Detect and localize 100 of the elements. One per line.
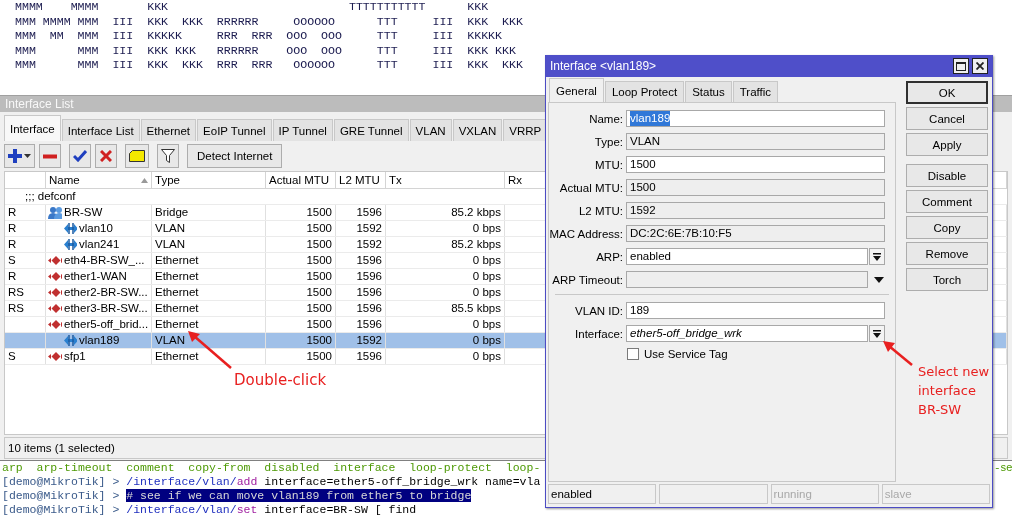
table-cell: sfp1	[64, 349, 86, 364]
tab[interactable]: Status	[685, 81, 732, 102]
dialog-button[interactable]: Torch	[906, 268, 988, 291]
table-cell: 1500	[306, 237, 332, 252]
annotation-text: Select new interface BR-SW	[918, 363, 991, 419]
table-cell: 1500	[306, 301, 332, 316]
tab[interactable]: VXLAN	[452, 119, 503, 141]
diamond-arrows-icon	[48, 286, 62, 299]
select-field[interactable]: ether5-off_bridge_wrk	[626, 325, 868, 342]
table-cell: 1500	[306, 285, 332, 300]
flag-text: RS	[8, 301, 24, 316]
plus-icon	[8, 149, 22, 163]
caret-icon	[24, 154, 31, 158]
ascii-art-line: MMMM MMMM KKK TTTTTTTTTTT KKK	[15, 0, 489, 15]
comment-button[interactable]	[125, 144, 149, 168]
arrows-icon	[63, 334, 77, 347]
tab[interactable]: Traffic	[732, 81, 779, 102]
table-cell: 1500	[306, 333, 332, 348]
field-label: MAC Address:	[549, 227, 624, 240]
table-cell: 1596	[356, 253, 382, 268]
table-cell: 85.2 kbps	[451, 205, 501, 220]
tab[interactable]: Interface	[4, 115, 61, 141]
tab[interactable]: Loop Protect	[604, 81, 685, 102]
table-cell: Ethernet	[155, 253, 199, 268]
table-cell: 1592	[356, 333, 382, 348]
command-line: [demo@MikroTik] > /interface/vlan/add interface=ether5-off_bridge_wrk name=vla	[2, 475, 541, 489]
table-cell: Ethernet	[155, 285, 199, 300]
tab[interactable]: General	[549, 78, 604, 102]
remove-button[interactable]	[39, 144, 61, 168]
terminal-text: -se	[994, 461, 1012, 475]
table-cell: Ethernet	[155, 349, 199, 364]
status-text: 10 items (1 selected)	[7, 442, 115, 454]
tab[interactable]: EoIP Tunnel	[197, 119, 272, 141]
tab[interactable]: IP Tunnel	[272, 119, 333, 141]
status-cell: slave	[881, 484, 990, 504]
status-cell: running	[770, 484, 879, 504]
table-cell: 0 bps	[472, 221, 501, 236]
dialog-button[interactable]: Copy	[906, 216, 988, 239]
field-label: ARP:	[595, 250, 624, 263]
table-cell: ether2-BR-SW...	[64, 285, 148, 300]
enable-button[interactable]	[69, 144, 91, 168]
add-button[interactable]	[4, 144, 35, 168]
dialog-button[interactable]: Comment	[906, 190, 988, 213]
table-cell: eth4-BR-SW_...	[64, 253, 145, 268]
table-cell: Ethernet	[155, 317, 199, 332]
flag-text: R	[8, 237, 17, 252]
detect-internet-button[interactable]: Detect Internet	[187, 144, 283, 168]
table-cell: vlan241	[79, 237, 120, 252]
tab[interactable]: VLAN	[409, 119, 452, 141]
table-cell: BR-SW	[64, 205, 103, 220]
flag-text: R	[8, 221, 17, 236]
dialog-button[interactable]: Cancel	[906, 107, 988, 130]
table-cell: 1596	[356, 205, 382, 220]
table-cell: ether1-WAN	[64, 269, 127, 284]
down-arrow-icon	[873, 329, 881, 338]
table-cell: 0 bps	[472, 285, 501, 300]
checkbox[interactable]	[627, 348, 639, 360]
readonly-field: 1592	[626, 202, 885, 219]
dialog-button[interactable]: Remove	[906, 242, 988, 265]
filter-button[interactable]	[157, 144, 179, 168]
diamond-arrows-icon	[48, 302, 62, 315]
sort-arrow-icon[interactable]	[141, 177, 148, 183]
minus-icon	[43, 153, 57, 159]
input-field[interactable]: vlan189	[626, 110, 885, 127]
diamond-arrows-icon	[48, 318, 62, 331]
tab[interactable]: Interface List	[61, 119, 140, 141]
cross-icon	[100, 150, 112, 162]
annotation-text: Double-click	[234, 371, 327, 389]
column-header: L2 MTU	[339, 172, 380, 188]
table-cell: 1500	[306, 205, 332, 220]
input-field[interactable]: 189	[626, 302, 885, 319]
tab[interactable]: Ethernet	[140, 119, 197, 141]
dropdown-button[interactable]	[869, 325, 885, 342]
select-field[interactable]: enabled	[626, 248, 868, 265]
checkbox-label: Use Service Tag	[644, 348, 728, 360]
table-cell: VLAN	[155, 221, 186, 236]
caret-icon[interactable]	[874, 276, 884, 283]
field-label: Type:	[593, 135, 624, 148]
dropdown-button[interactable]	[869, 248, 885, 265]
field-label: ARP Timeout:	[551, 273, 624, 286]
comment-text: ;;; defconf	[24, 189, 76, 204]
readonly-field: 1500	[626, 179, 885, 196]
dialog-button[interactable]: Disable	[906, 164, 988, 187]
disable-button[interactable]	[95, 144, 117, 168]
input-field[interactable]: 1500	[626, 156, 885, 173]
table-cell: Bridge	[155, 205, 189, 220]
table-cell: ether5-off_brid...	[64, 317, 149, 332]
table-cell: VLAN	[155, 333, 186, 348]
column-header: Actual MTU	[269, 172, 330, 188]
dialog-button[interactable]: Apply	[906, 133, 988, 156]
dialog-button[interactable]: OK	[906, 81, 988, 104]
flag-text: S	[8, 349, 16, 364]
tab[interactable]: VRRP	[503, 119, 548, 141]
ascii-art-line: MMM MMMM MMM III KKK KKK RRRRRR OOOOOO TTT III KKK KKK	[15, 14, 523, 29]
maximize-button[interactable]	[953, 58, 969, 74]
close-button[interactable]	[972, 58, 988, 74]
tab[interactable]: GRE Tunnel	[333, 119, 409, 141]
table-cell: 1500	[306, 221, 332, 236]
maximize-icon	[956, 61, 966, 71]
table-cell: Ethernet	[155, 269, 199, 284]
